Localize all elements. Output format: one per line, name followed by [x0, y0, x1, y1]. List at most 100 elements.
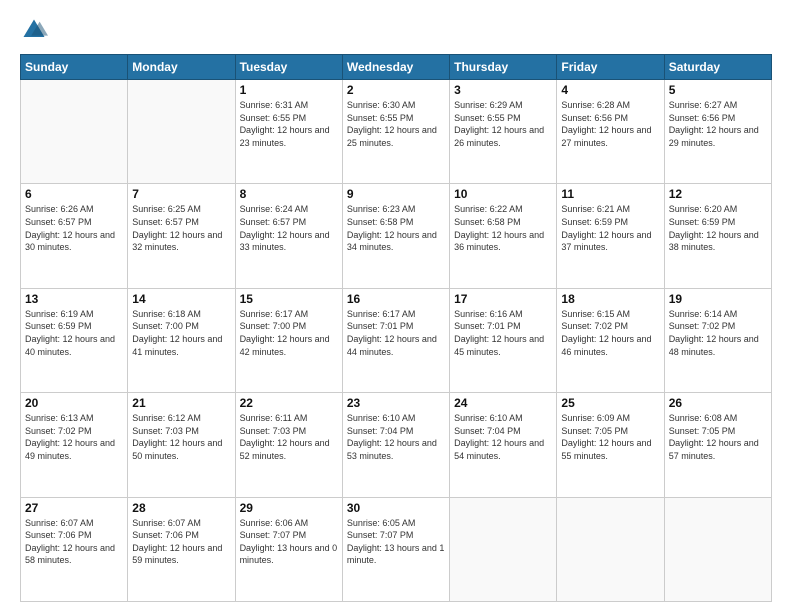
day-number: 24 [454, 396, 552, 410]
calendar-cell: 4 Sunrise: 6:28 AMSunset: 6:56 PMDaylight… [557, 80, 664, 184]
day-info: Sunrise: 6:22 AMSunset: 6:58 PMDaylight:… [454, 203, 552, 253]
calendar-cell: 7Sunrise: 6:25 AMSunset: 6:57 PMDaylight… [128, 184, 235, 288]
day-number: 10 [454, 187, 552, 201]
day-info: Sunrise: 6:09 AMSunset: 7:05 PMDaylight:… [561, 412, 659, 462]
calendar-cell: 26 Sunrise: 6:08 AMSunset: 7:05 PMDayligh… [664, 393, 771, 497]
day-info: Sunrise: 6:19 AMSunset: 6:59 PMDaylight:… [25, 308, 123, 358]
day-number: 19 [669, 292, 767, 306]
calendar-cell: 8 Sunrise: 6:24 AMSunset: 6:57 PMDaylight… [235, 184, 342, 288]
day-number: 18 [561, 292, 659, 306]
calendar-cell: 23 Sunrise: 6:10 AMSunset: 7:04 PMDayligh… [342, 393, 449, 497]
calendar-cell: 27Sunrise: 6:07 AMSunset: 7:06 PMDayligh… [21, 497, 128, 601]
day-number: 11 [561, 187, 659, 201]
calendar-cell: 28 Sunrise: 6:07 AMSunset: 7:06 PMDayligh… [128, 497, 235, 601]
day-info: Sunrise: 6:31 AMSunset: 6:55 PMDaylight:… [240, 99, 338, 149]
calendar-cell: 17 Sunrise: 6:16 AMSunset: 7:01 PMDayligh… [450, 288, 557, 392]
calendar-cell: 14 Sunrise: 6:18 AMSunset: 7:00 PMDayligh… [128, 288, 235, 392]
day-number: 6 [25, 187, 123, 201]
day-info: Sunrise: 6:27 AMSunset: 6:56 PMDaylight:… [669, 99, 767, 149]
calendar-cell [21, 80, 128, 184]
day-info: Sunrise: 6:24 AMSunset: 6:57 PMDaylight:… [240, 203, 338, 253]
week-row-1: 1Sunrise: 6:31 AMSunset: 6:55 PMDaylight… [21, 80, 772, 184]
weekday-header-saturday: Saturday [664, 55, 771, 80]
weekday-header-sunday: Sunday [21, 55, 128, 80]
calendar-cell: 5 Sunrise: 6:27 AMSunset: 6:56 PMDaylight… [664, 80, 771, 184]
calendar-cell [557, 497, 664, 601]
header [20, 16, 772, 44]
calendar-cell: 10 Sunrise: 6:22 AMSunset: 6:58 PMDayligh… [450, 184, 557, 288]
day-info: Sunrise: 6:08 AMSunset: 7:05 PMDaylight:… [669, 412, 767, 462]
day-number: 23 [347, 396, 445, 410]
calendar-cell: 6 Sunrise: 6:26 AMSunset: 6:57 PMDaylight… [21, 184, 128, 288]
day-number: 21 [132, 396, 230, 410]
weekday-header-monday: Monday [128, 55, 235, 80]
day-info: Sunrise: 6:13 AMSunset: 7:02 PMDaylight:… [25, 412, 123, 462]
calendar-cell: 9Sunrise: 6:23 AMSunset: 6:58 PMDaylight… [342, 184, 449, 288]
calendar-cell: 30Sunrise: 6:05 AMSunset: 7:07 PMDayligh… [342, 497, 449, 601]
day-info: Sunrise: 6:14 AMSunset: 7:02 PMDaylight:… [669, 308, 767, 358]
week-row-5: 27 Sunrise: 6:07 AMSunset: 7:06 PMDayligh… [21, 497, 772, 601]
day-number: 13 [25, 292, 123, 306]
day-number: 12 [669, 187, 767, 201]
day-number: 2 [347, 83, 445, 97]
weekday-header-thursday: Thursday [450, 55, 557, 80]
calendar-cell: 16Sunrise: 6:17 AMSunset: 7:01 PMDayligh… [342, 288, 449, 392]
calendar-cell: 18 Sunrise: 6:15 AMSunset: 7:02 PMDayligh… [557, 288, 664, 392]
day-number: 17 [454, 292, 552, 306]
day-number: 8 [240, 187, 338, 201]
calendar-cell [128, 80, 235, 184]
calendar-cell: 13 Sunrise: 6:19 AMSunset: 6:59 PMDayligh… [21, 288, 128, 392]
calendar-cell [664, 497, 771, 601]
day-info: Sunrise: 6:17 AMSunset: 7:00 PMDaylight:… [240, 308, 338, 358]
calendar-cell: 29 Sunrise: 6:06 AMSunset: 7:07 PMDayligh… [235, 497, 342, 601]
day-number: 4 [561, 83, 659, 97]
day-info: Sunrise: 6:07 AMSunset: 7:06 PMDaylight:… [132, 517, 230, 567]
calendar-cell: 11 Sunrise: 6:21 AMSunset: 6:59 PMDayligh… [557, 184, 664, 288]
calendar-table: SundayMondayTuesdayWednesdayThursdayFrid… [20, 54, 772, 602]
logo-icon [20, 16, 48, 44]
day-info: Sunrise: 6:12 AMSunset: 7:03 PMDaylight:… [132, 412, 230, 462]
day-info: Sunrise: 6:06 AMSunset: 7:07 PMDaylight:… [240, 517, 338, 567]
day-number: 26 [669, 396, 767, 410]
day-number: 25 [561, 396, 659, 410]
day-info: Sunrise: 6:16 AMSunset: 7:01 PMDaylight:… [454, 308, 552, 358]
weekday-header-tuesday: Tuesday [235, 55, 342, 80]
day-number: 9 [347, 187, 445, 201]
day-number: 14 [132, 292, 230, 306]
day-info: Sunrise: 6:26 AMSunset: 6:57 PMDaylight:… [25, 203, 123, 253]
day-info: Sunrise: 6:11 AMSunset: 7:03 PMDaylight:… [240, 412, 338, 462]
day-number: 5 [669, 83, 767, 97]
calendar-cell: 15 Sunrise: 6:17 AMSunset: 7:00 PMDayligh… [235, 288, 342, 392]
day-number: 7 [132, 187, 230, 201]
calendar-cell: 21 Sunrise: 6:12 AMSunset: 7:03 PMDayligh… [128, 393, 235, 497]
calendar-cell: 20 Sunrise: 6:13 AMSunset: 7:02 PMDayligh… [21, 393, 128, 497]
page: SundayMondayTuesdayWednesdayThursdayFrid… [0, 0, 792, 612]
calendar-cell: 24 Sunrise: 6:10 AMSunset: 7:04 PMDayligh… [450, 393, 557, 497]
day-number: 27 [25, 501, 123, 515]
day-info: Sunrise: 6:28 AMSunset: 6:56 PMDaylight:… [561, 99, 659, 149]
day-info: Sunrise: 6:10 AMSunset: 7:04 PMDaylight:… [454, 412, 552, 462]
day-number: 28 [132, 501, 230, 515]
day-number: 20 [25, 396, 123, 410]
week-row-3: 13 Sunrise: 6:19 AMSunset: 6:59 PMDayligh… [21, 288, 772, 392]
day-number: 29 [240, 501, 338, 515]
day-info: Sunrise: 6:18 AMSunset: 7:00 PMDaylight:… [132, 308, 230, 358]
calendar-cell: 22 Sunrise: 6:11 AMSunset: 7:03 PMDayligh… [235, 393, 342, 497]
day-info: Sunrise: 6:17 AMSunset: 7:01 PMDaylight:… [347, 308, 445, 358]
day-info: Sunrise: 6:29 AMSunset: 6:55 PMDaylight:… [454, 99, 552, 149]
calendar-cell: 19 Sunrise: 6:14 AMSunset: 7:02 PMDayligh… [664, 288, 771, 392]
day-number: 30 [347, 501, 445, 515]
day-number: 22 [240, 396, 338, 410]
day-info: Sunrise: 6:30 AMSunset: 6:55 PMDaylight:… [347, 99, 445, 149]
day-number: 3 [454, 83, 552, 97]
weekday-header-friday: Friday [557, 55, 664, 80]
calendar-cell: 1Sunrise: 6:31 AMSunset: 6:55 PMDaylight… [235, 80, 342, 184]
day-number: 15 [240, 292, 338, 306]
day-info: Sunrise: 6:21 AMSunset: 6:59 PMDaylight:… [561, 203, 659, 253]
calendar-cell: 12Sunrise: 6:20 AMSunset: 6:59 PMDayligh… [664, 184, 771, 288]
day-info: Sunrise: 6:10 AMSunset: 7:04 PMDaylight:… [347, 412, 445, 462]
weekday-header-row: SundayMondayTuesdayWednesdayThursdayFrid… [21, 55, 772, 80]
calendar-cell [450, 497, 557, 601]
week-row-2: 6 Sunrise: 6:26 AMSunset: 6:57 PMDaylight… [21, 184, 772, 288]
day-info: Sunrise: 6:15 AMSunset: 7:02 PMDaylight:… [561, 308, 659, 358]
